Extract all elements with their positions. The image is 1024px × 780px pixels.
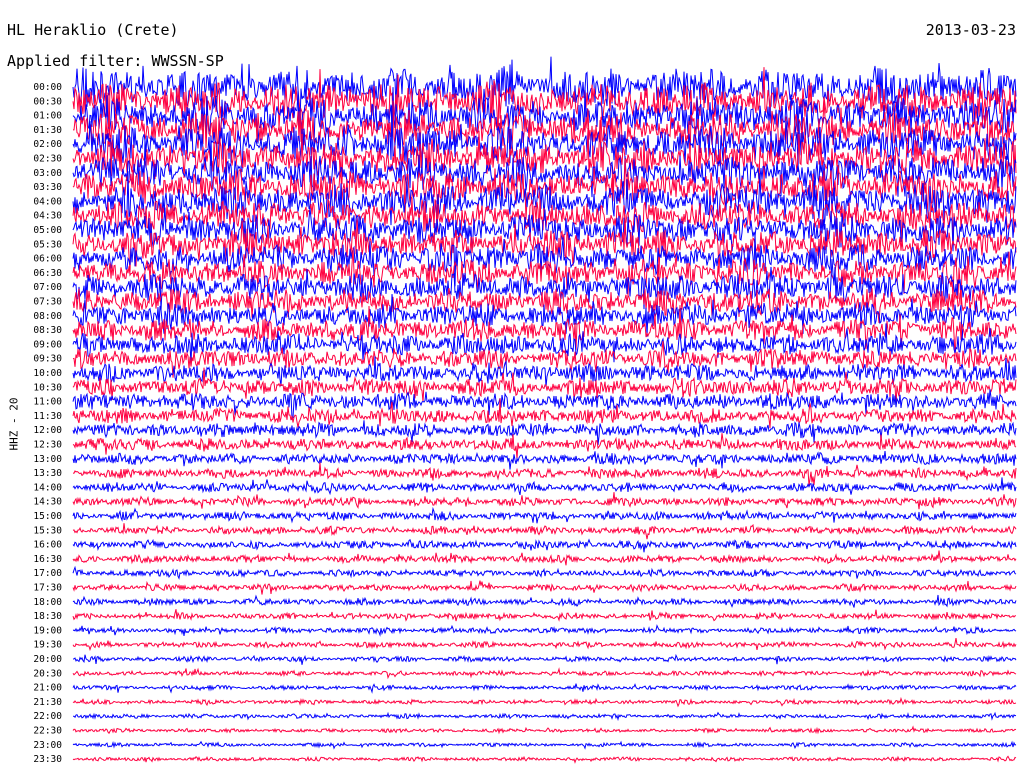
seismic-trace <box>72 450 1017 470</box>
seismic-trace <box>72 420 1017 446</box>
seismic-trace <box>72 477 1017 496</box>
seismic-trace <box>72 523 1017 540</box>
time-tick-label: 22:00 <box>33 711 62 722</box>
time-tick-label: 19:00 <box>33 625 62 636</box>
trace-group <box>72 56 1017 764</box>
time-tick-label: 23:30 <box>33 754 62 765</box>
time-tick-label: 11:00 <box>33 397 62 408</box>
time-tick-label: 01:30 <box>33 125 62 136</box>
time-tick-label: 23:00 <box>33 740 62 751</box>
time-tick-label: 08:30 <box>33 325 62 336</box>
time-tick-label: 21:00 <box>33 683 62 694</box>
seismic-trace <box>72 683 1017 694</box>
time-tick-label: 13:00 <box>33 454 62 465</box>
time-tick-label: 17:00 <box>33 568 62 579</box>
time-tick-label: 19:30 <box>33 640 62 651</box>
time-tick-label: 15:30 <box>33 525 62 536</box>
tick-label-group: 00:00 00:30 01:00 01:30 02:00 02:30 03:00 03:30… <box>33 82 62 765</box>
time-tick-label: 22:30 <box>33 726 62 737</box>
time-tick-label: 18:30 <box>33 611 62 622</box>
time-tick-label: 05:30 <box>33 239 62 250</box>
time-tick-label: 07:00 <box>33 282 62 293</box>
time-tick-label: 07:30 <box>33 297 62 308</box>
time-tick-label: 08:00 <box>33 311 62 322</box>
time-tick-label: 06:00 <box>33 254 62 265</box>
seismic-trace <box>72 725 1017 735</box>
time-tick-label: 10:30 <box>33 382 62 393</box>
time-tick-label: 20:00 <box>33 654 62 665</box>
seismic-trace <box>72 740 1017 750</box>
seismic-trace <box>72 506 1017 524</box>
seismic-trace <box>72 594 1017 608</box>
time-tick-label: 21:30 <box>33 697 62 708</box>
time-tick-label: 00:30 <box>33 96 62 107</box>
time-tick-label: 05:00 <box>33 225 62 236</box>
time-tick-label: 02:30 <box>33 154 62 165</box>
seismic-trace <box>72 696 1017 708</box>
time-tick-label: 01:00 <box>33 111 62 122</box>
time-tick-label: 16:00 <box>33 540 62 551</box>
time-tick-label: 16:30 <box>33 554 62 565</box>
seismic-trace <box>72 580 1017 595</box>
seismic-trace <box>72 550 1017 566</box>
time-tick-label: 15:00 <box>33 511 62 522</box>
seismic-trace <box>72 565 1017 580</box>
seismic-trace <box>72 755 1017 764</box>
time-tick-label: 14:30 <box>33 497 62 508</box>
time-tick-label: 02:00 <box>33 139 62 150</box>
time-tick-label: 10:00 <box>33 368 62 379</box>
seismic-trace <box>72 667 1017 680</box>
time-tick-label: 17:30 <box>33 583 62 594</box>
time-tick-label: 03:30 <box>33 182 62 193</box>
time-tick-label: 14:00 <box>33 482 62 493</box>
time-tick-label: 12:30 <box>33 440 62 451</box>
seismic-trace <box>72 492 1017 510</box>
seismic-trace <box>73 711 1017 722</box>
time-tick-label: 09:00 <box>33 339 62 350</box>
time-tick-label: 18:00 <box>33 597 62 608</box>
seismic-trace <box>72 624 1017 637</box>
time-tick-label: 04:30 <box>33 211 62 222</box>
time-tick-label: 12:00 <box>33 425 62 436</box>
time-tick-label: 11:30 <box>33 411 62 422</box>
seismic-trace <box>72 538 1017 553</box>
time-tick-label: 06:30 <box>33 268 62 279</box>
time-tick-label: 00:00 <box>33 82 62 93</box>
time-tick-label: 20:30 <box>33 668 62 679</box>
seismic-trace <box>72 653 1017 665</box>
seismic-trace <box>72 638 1017 652</box>
time-tick-label: 13:30 <box>33 468 62 479</box>
time-tick-label: 04:00 <box>33 196 62 207</box>
seismic-trace <box>72 462 1017 486</box>
time-tick-label: 03:00 <box>33 168 62 179</box>
time-tick-label: 09:30 <box>33 354 62 365</box>
helicorder-plot: 00:00 00:30 01:00 01:30 02:00 02:30 03:00 03:30… <box>33 56 1017 765</box>
seismic-trace <box>72 609 1017 622</box>
